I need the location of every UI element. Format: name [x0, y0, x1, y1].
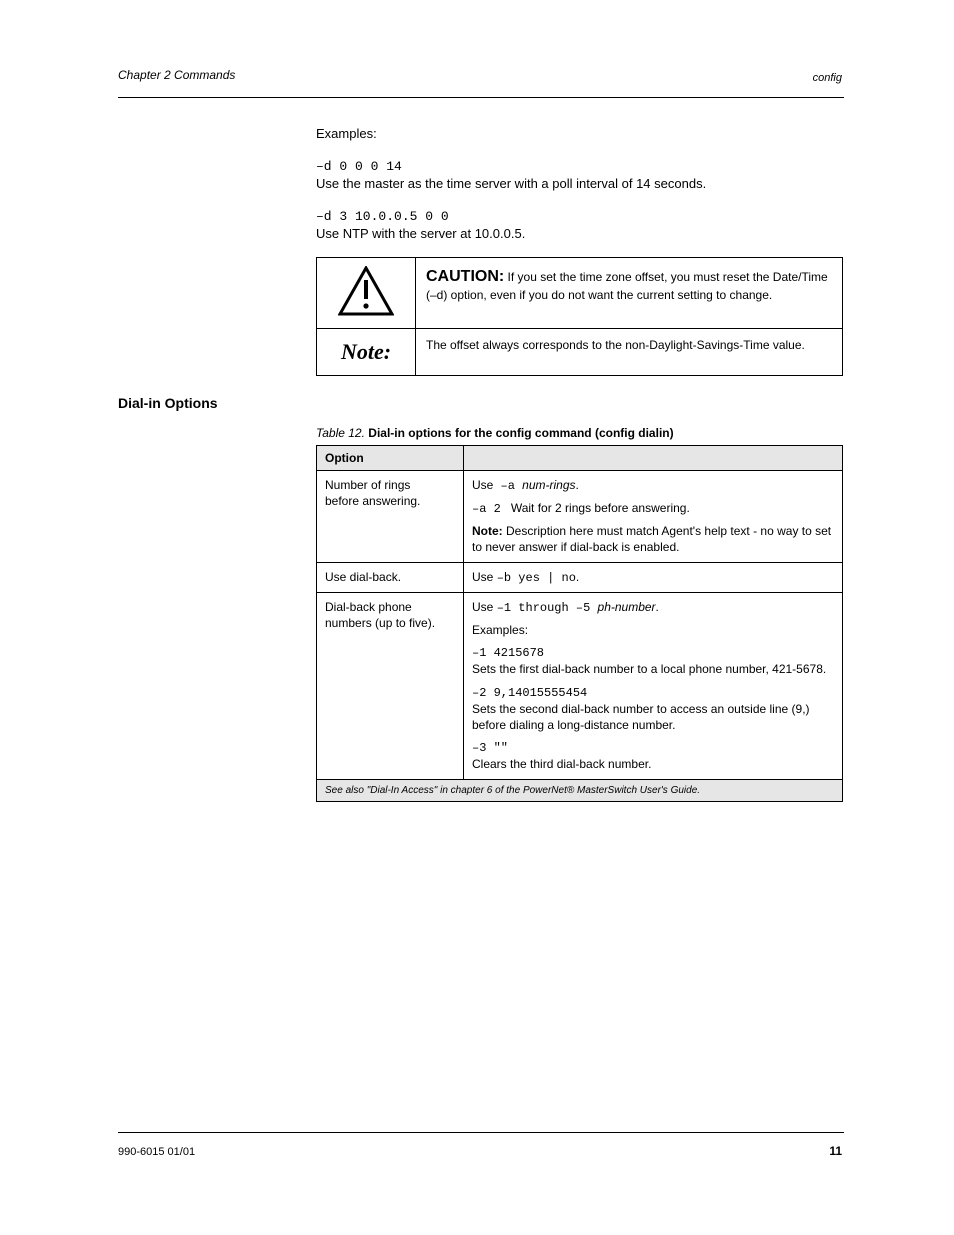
table-name: Dial-in options for the config command (… [368, 426, 673, 440]
note-icon: Note: [341, 339, 391, 364]
running-header-chapter: Chapter 2 Commands [118, 68, 235, 82]
txt: Sets the second dial-back number to acce… [472, 701, 834, 733]
example-1-text: Use the master as the time server with a… [316, 176, 706, 191]
txt: Clears the third dial-back number. [472, 756, 834, 772]
txt: . [576, 478, 579, 492]
section-heading-dialin: Dial-in Options [118, 394, 843, 413]
example-1: –d 0 0 0 14 Use the master as the time s… [316, 157, 843, 193]
txt: Examples: [472, 623, 528, 637]
examples-label: Examples: [316, 125, 843, 143]
footer-pub: 990-6015 01/01 [118, 1146, 195, 1158]
options-table: Option Number of rings before answering.… [316, 445, 843, 802]
arg: num-rings [522, 478, 575, 492]
code: –a 2 [472, 502, 501, 516]
code: –1 through –5 [497, 601, 598, 615]
running-header-section: config [813, 72, 842, 84]
table-row: Number of rings before answering. Use –a… [317, 470, 843, 562]
table-caption: Table 12. Dial-in options for the config… [316, 425, 843, 441]
opt-rings-desc: Use –a num-rings. –a 2 Wait for 2 rings … [464, 470, 843, 562]
code: –1 4215678 [472, 646, 544, 660]
example-2: –d 3 10.0.0.5 0 0 Use NTP with the serve… [316, 207, 843, 243]
example-2-text: Use NTP with the server at 10.0.0.5. [316, 226, 525, 241]
opt-rings-label: Number of rings before answering. [317, 470, 464, 562]
caution-icon-cell [317, 257, 416, 328]
options-header-option: Option [317, 445, 464, 470]
example-2-code: –d 3 10.0.0.5 0 0 [316, 209, 449, 224]
options-header-blank [464, 445, 843, 470]
txt: . [576, 570, 579, 584]
note-cell: The offset always corresponds to the non… [416, 328, 843, 375]
note-text: Description here must match Agent's help… [472, 524, 831, 554]
table-number: Table 12. [316, 426, 365, 440]
txt: Use [472, 600, 497, 614]
table-foot-row: See also "Dial-In Access" in chapter 6 o… [317, 779, 843, 802]
code: –b yes | no [497, 571, 576, 585]
opt-dialback-numbers-desc: Use –1 through –5 ph-number. Examples: –… [464, 592, 843, 779]
top-rule [118, 97, 844, 98]
caution-cell: CAUTION: If you set the time zone offset… [416, 257, 843, 328]
code: –3 "" [472, 741, 508, 755]
note-label: Note: [472, 524, 503, 538]
example-1-code: –d 0 0 0 14 [316, 159, 402, 174]
table-header-row: Option [317, 445, 843, 470]
txt: . [656, 600, 659, 614]
opt-dialback-numbers-label: Dial-back phone numbers (up to five). [317, 592, 464, 779]
txt: Sets the first dial-back number to a loc… [472, 661, 834, 677]
table-row: Dial-back phone numbers (up to five). Us… [317, 592, 843, 779]
arg: ph-number [598, 600, 656, 614]
caution-icon [338, 266, 394, 316]
txt: Use [472, 570, 497, 584]
note-text: The offset always corresponds to the non… [426, 338, 805, 352]
footer-page: 11 [829, 1144, 842, 1158]
txt: Use [472, 478, 493, 492]
code: –a [493, 479, 522, 493]
opt-dialback-enable-label: Use dial-back. [317, 562, 464, 592]
note-icon-cell: Note: [317, 328, 416, 375]
bottom-rule [118, 1132, 844, 1133]
caution-label: CAUTION: [426, 268, 504, 285]
table-row: Use dial-back. Use –b yes | no. [317, 562, 843, 592]
table-foot-text: See also "Dial-In Access" in chapter 6 o… [317, 779, 843, 802]
code: –2 9,14015555454 [472, 686, 587, 700]
opt-dialback-enable-desc: Use –b yes | no. [464, 562, 843, 592]
txt: Wait for 2 rings before answering. [507, 501, 689, 515]
caution-note-table: CAUTION: If you set the time zone offset… [316, 257, 843, 376]
